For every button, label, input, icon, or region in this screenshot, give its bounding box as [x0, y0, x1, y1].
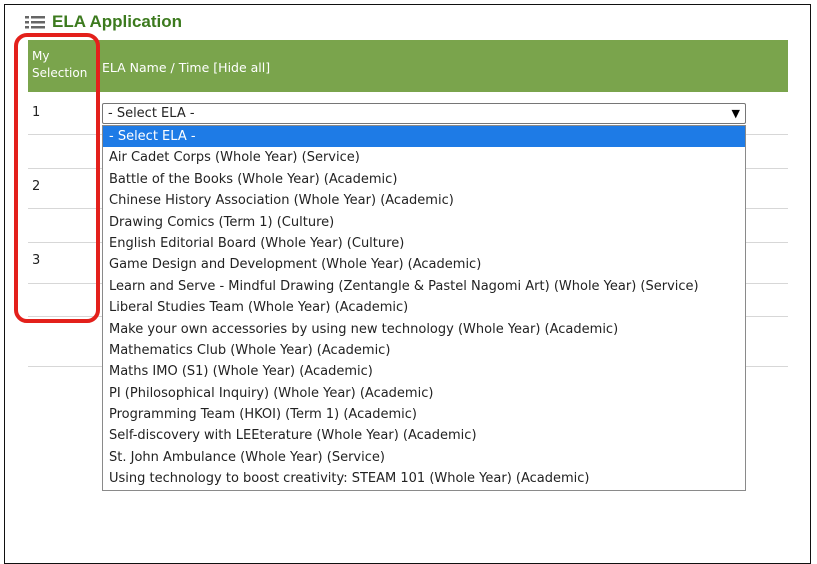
dropdown-option[interactable]: PI (Philosophical Inquiry) (Whole Year) …	[103, 383, 745, 404]
ela-select-value: - Select ELA -	[108, 106, 195, 121]
page-title: ELA Application	[24, 11, 182, 33]
hide-all-link[interactable]: [Hide all]	[213, 60, 270, 75]
highlight-annotation-box	[14, 33, 100, 323]
dropdown-option[interactable]: Make your own accessories by using new t…	[103, 319, 745, 340]
dropdown-option[interactable]: English Editorial Board (Whole Year) (Cu…	[103, 233, 745, 254]
dropdown-option[interactable]: - Select ELA -	[103, 126, 745, 148]
dropdown-option[interactable]: Learn and Serve - Mindful Drawing (Zenta…	[103, 276, 745, 297]
ela-select-1[interactable]: - Select ELA - ▼	[102, 103, 746, 124]
column-header-ela-name-label: ELA Name / Time	[102, 60, 210, 75]
dropdown-option[interactable]: Air Cadet Corps (Whole Year) (Service)	[103, 147, 745, 168]
chevron-down-icon: ▼	[731, 107, 740, 120]
dropdown-option[interactable]: Self-discovery with LEEterature (Whole Y…	[103, 425, 745, 446]
dropdown-option[interactable]: Battle of the Books (Whole Year) (Academ…	[103, 169, 745, 190]
list-icon	[25, 16, 45, 29]
dropdown-option[interactable]: St. John Ambulance (Whole Year) (Service…	[103, 447, 745, 468]
dropdown-option[interactable]: Using technology to boost creativity: ST…	[103, 468, 745, 489]
dropdown-option[interactable]: Programming Team (HKOI) (Term 1) (Academ…	[103, 404, 745, 425]
ela-dropdown-list: - Select ELA - Air Cadet Corps (Whole Ye…	[102, 125, 746, 491]
page-title-text: ELA Application	[52, 12, 183, 31]
dropdown-option[interactable]: Liberal Studies Team (Whole Year) (Acade…	[103, 297, 745, 318]
dropdown-option[interactable]: Game Design and Development (Whole Year)…	[103, 254, 745, 275]
column-header-ela-name: ELA Name / Time [Hide all]	[102, 60, 270, 75]
dropdown-option[interactable]: Drawing Comics (Term 1) (Culture)	[103, 212, 745, 233]
dropdown-option[interactable]: Mathematics Club (Whole Year) (Academic)	[103, 340, 745, 361]
dropdown-option[interactable]: Maths IMO (S1) (Whole Year) (Academic)	[103, 361, 745, 382]
dropdown-option[interactable]: Chinese History Association (Whole Year)…	[103, 190, 745, 211]
